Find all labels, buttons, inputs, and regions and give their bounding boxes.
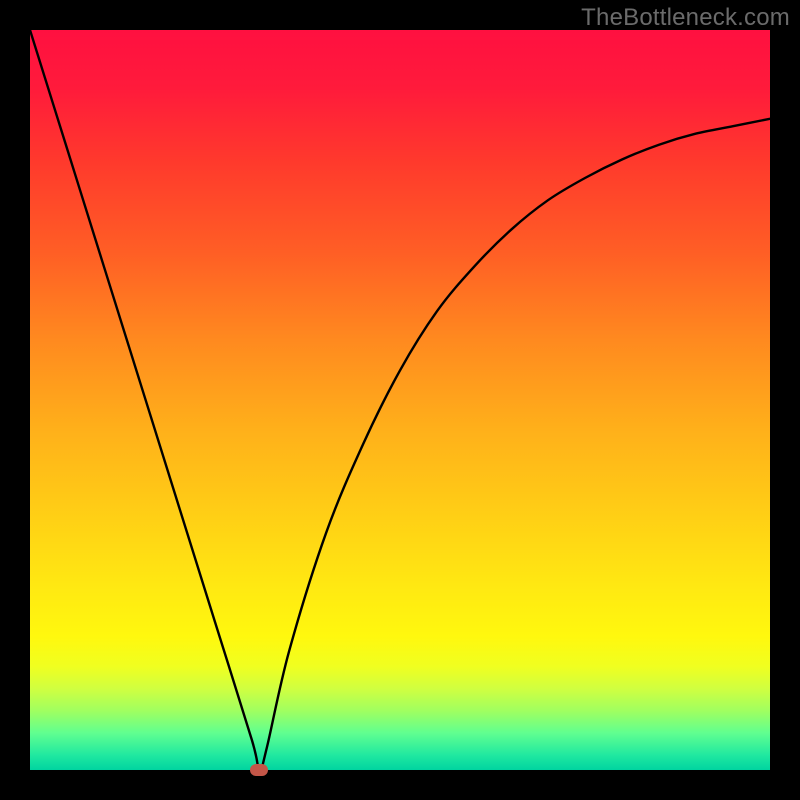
chart-frame: TheBottleneck.com — [0, 0, 800, 800]
watermark-text: TheBottleneck.com — [581, 4, 790, 32]
curve-svg — [30, 30, 770, 770]
plot-area — [30, 30, 770, 770]
bottleneck-curve — [30, 30, 770, 770]
minimum-marker — [250, 764, 268, 776]
